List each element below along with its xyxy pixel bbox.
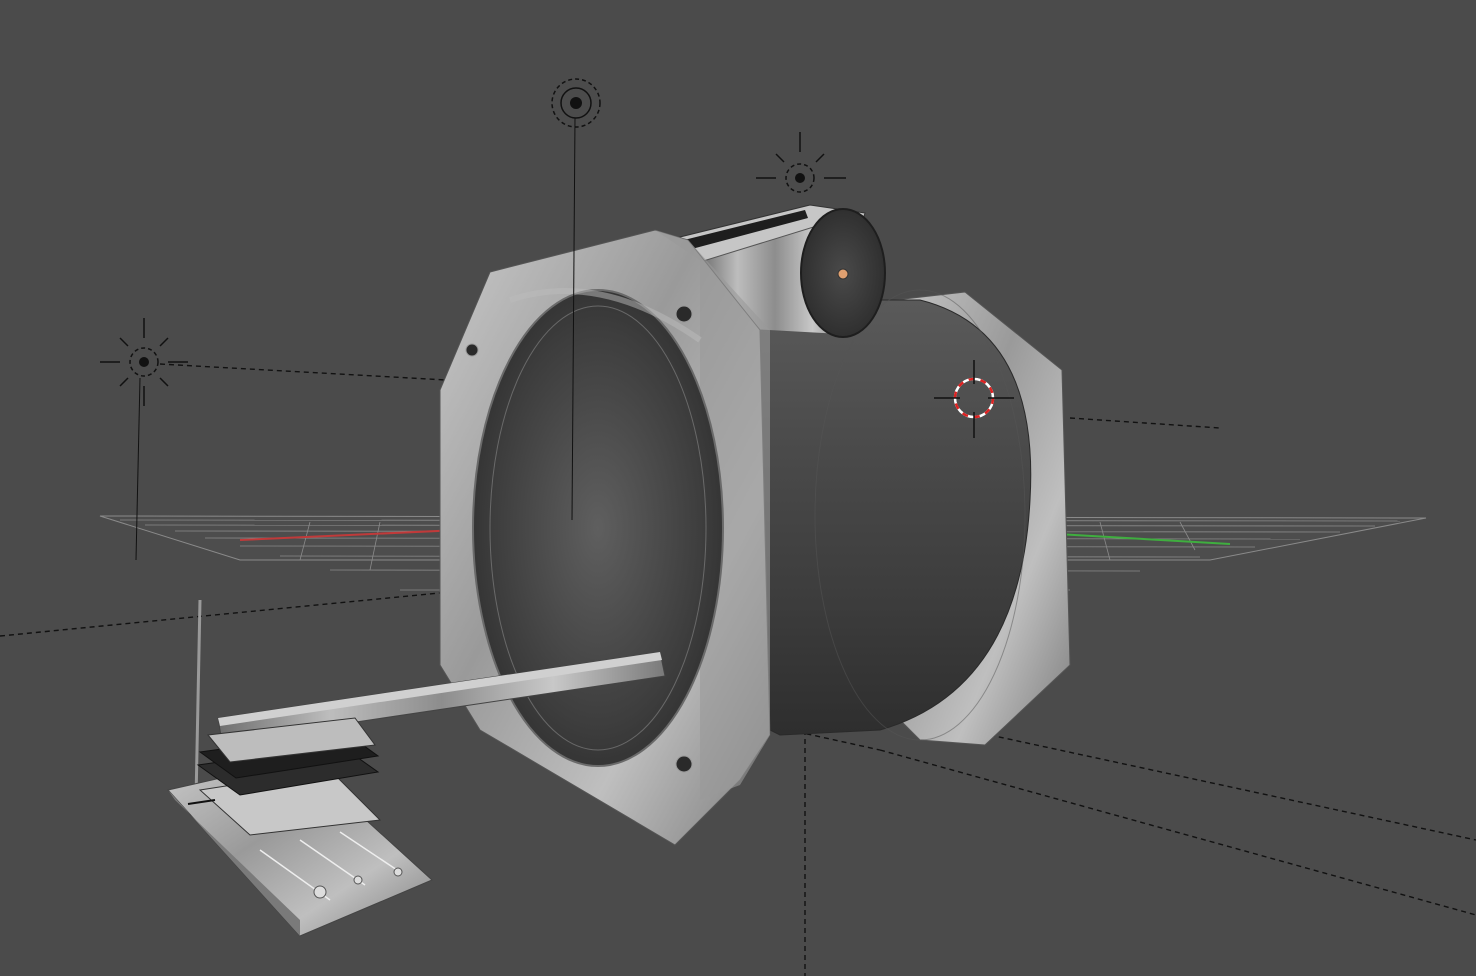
sun-lamp-icon[interactable] (756, 132, 846, 193)
bolt-hole-top-left (465, 343, 479, 357)
3d-viewport[interactable] (0, 0, 1476, 976)
front-ring-flange[interactable] (439, 229, 771, 846)
bolt-hole-top-right (675, 305, 693, 323)
patient-table-assembly[interactable] (167, 599, 433, 937)
bolt-hole-bottom-right (675, 755, 693, 773)
accessory-center-dot (837, 268, 849, 280)
